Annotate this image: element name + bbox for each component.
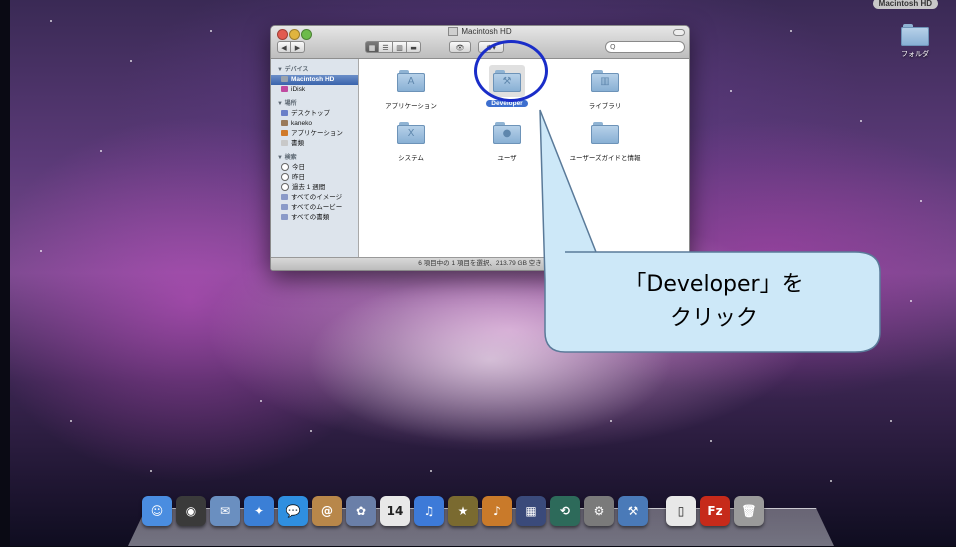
address-book-dock-icon[interactable]: @ [312,496,342,526]
callout-line-1: 「Developer」を [624,272,804,297]
document-dock-icon[interactable]: ▯ [666,496,696,526]
finder-dock-icon[interactable]: ☺ [142,496,172,526]
imovie-dock-icon[interactable]: ★ [448,496,478,526]
time-machine-dock-icon[interactable]: ⟲ [550,496,580,526]
dock: ☺ ◉ ✉ ✦ 💬 @ ✿ 14 ♫ ★ ♪ ▦ ⟲ ⚙ ⚒ ▯ Fz 🗑 [142,496,764,530]
xcode-dock-icon[interactable]: ⚒ [618,496,648,526]
highlight-circle [474,40,548,102]
dashboard-dock-icon[interactable]: ◉ [176,496,206,526]
callout-line-2: クリック [669,306,758,331]
itunes-dock-icon[interactable]: ♫ [414,496,444,526]
system-preferences-dock-icon[interactable]: ⚙ [584,496,614,526]
ical-dock-icon[interactable]: 14 [380,496,410,526]
mail-dock-icon[interactable]: ✉ [210,496,240,526]
iphoto-dock-icon[interactable]: ✿ [346,496,376,526]
trash-dock-icon[interactable]: 🗑 [734,496,764,526]
safari-dock-icon[interactable]: ✦ [244,496,274,526]
spaces-dock-icon[interactable]: ▦ [516,496,546,526]
callout-text: 「Developer」を クリック [550,268,878,336]
ichat-dock-icon[interactable]: 💬 [278,496,308,526]
dock-separator [652,496,662,530]
garageband-dock-icon[interactable]: ♪ [482,496,512,526]
filezilla-dock-icon[interactable]: Fz [700,496,730,526]
